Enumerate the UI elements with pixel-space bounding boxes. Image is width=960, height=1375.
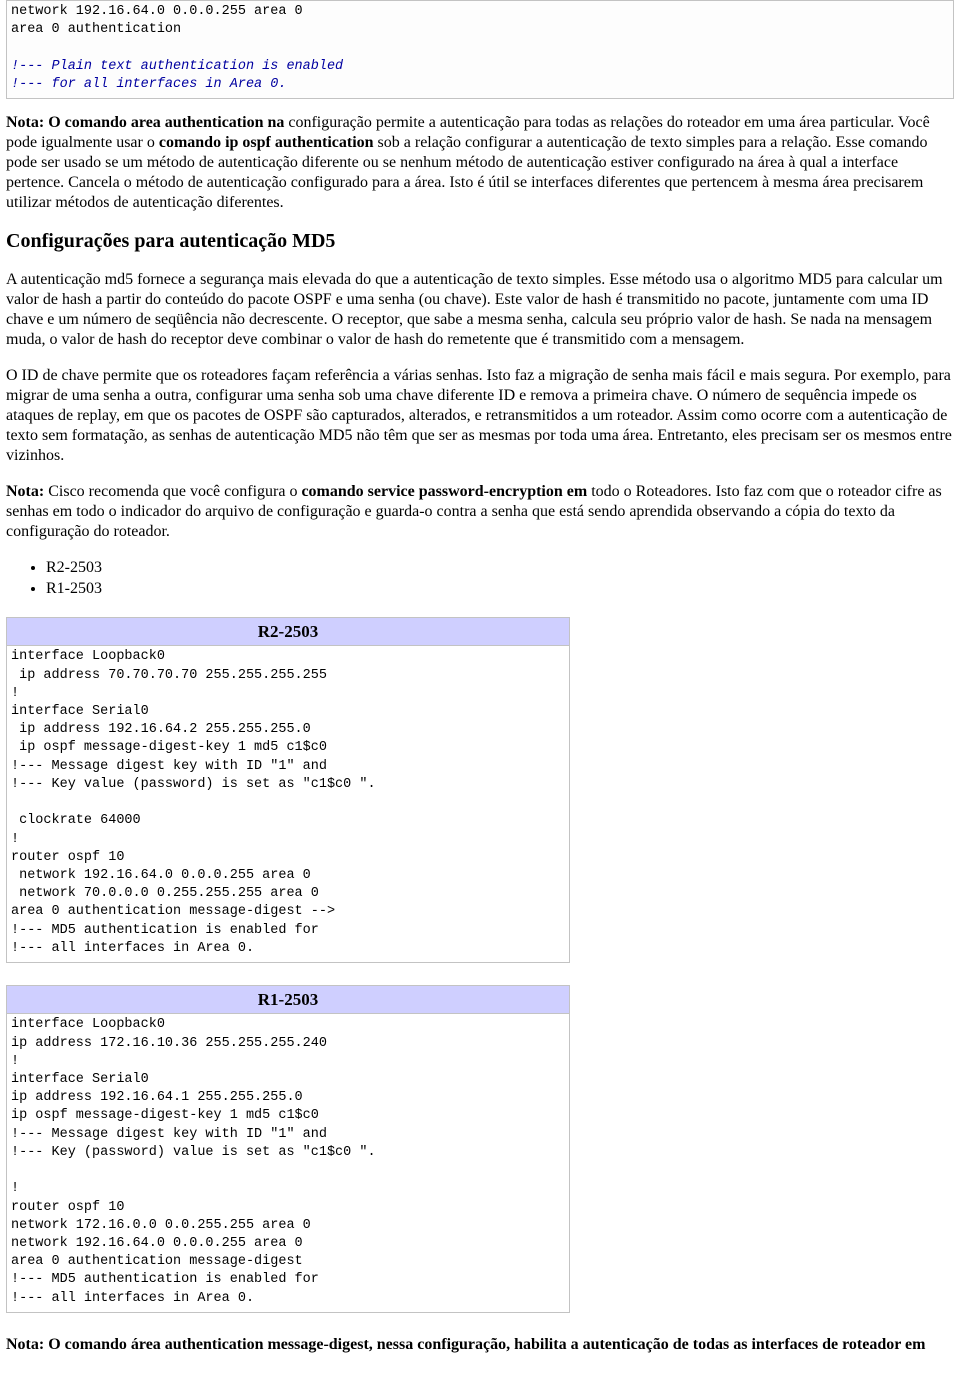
code-line: clockrate 64000 ! router ospf 10 network… [11,813,335,919]
config-table-cell: interface Loopback0 ip address 70.70.70.… [7,646,570,963]
text-bold: comando ip ospf authentication [159,134,374,151]
text-bold: comando service password-encryption em [301,483,587,500]
code-comment: !--- Message digest key with ID "1" and … [11,1127,376,1160]
code-line: network 192.16.64.0 0.0.0.255 area 0 are… [11,4,303,37]
router-list: R2-2503 R1-2503 [6,558,954,599]
code-line: interface Loopback0 ip address 70.70.70.… [11,649,327,755]
code-block-top: network 192.16.64.0 0.0.0.255 area 0 are… [6,0,954,99]
config-table-title: R1-2503 [7,986,570,1014]
config-table-cell: interface Loopback0 ip address 172.16.10… [7,1014,570,1313]
text-bold: Nota: O comando área authentication mess… [6,1336,925,1353]
heading-md5-config: Configurações para autenticação MD5 [6,229,954,254]
config-table-title: R2-2503 [7,618,570,646]
code-comment: !--- Plain text authentication is enable… [11,59,343,92]
paragraph-note-msg-digest: Nota: O comando área authentication mess… [6,1335,954,1355]
code-line: interface Loopback0 ip address 172.16.10… [11,1017,327,1123]
paragraph-note-service-pw: Nota: Cisco recomenda que você configura… [6,482,954,542]
paragraph-key-id: O ID de chave permite que os roteadores … [6,366,954,466]
config-table: R2-2503 interface Loopback0 ip address 70… [6,617,570,963]
paragraph-note-area-auth: Nota: O comando area authentication na c… [6,113,954,213]
list-item: R2-2503 [46,558,954,578]
list-item: R1-2503 [46,579,954,599]
code-comment: !--- MD5 authentication is enabled for !… [11,1272,319,1305]
text-bold: Nota: O comando area authentication na [6,114,284,131]
text-bold: Nota: [6,483,44,500]
code-comment: !--- MD5 authentication is enabled for !… [11,923,319,956]
code-block: interface Loopback0 ip address 70.70.70.… [7,646,569,962]
code-comment: !--- Message digest key with ID "1" and … [11,759,376,792]
config-tables: R2-2503 interface Loopback0 ip address 70… [6,617,954,1313]
code-line: ! router ospf 10 network 172.16.0.0 0.0.… [11,1181,311,1269]
text: Cisco recomenda que você configura o [44,483,301,500]
paragraph-md5-desc: A autenticação md5 fornece a segurança m… [6,270,954,350]
code-block: interface Loopback0 ip address 172.16.10… [7,1014,569,1312]
config-table: R1-2503 interface Loopback0 ip address 17… [6,985,570,1313]
